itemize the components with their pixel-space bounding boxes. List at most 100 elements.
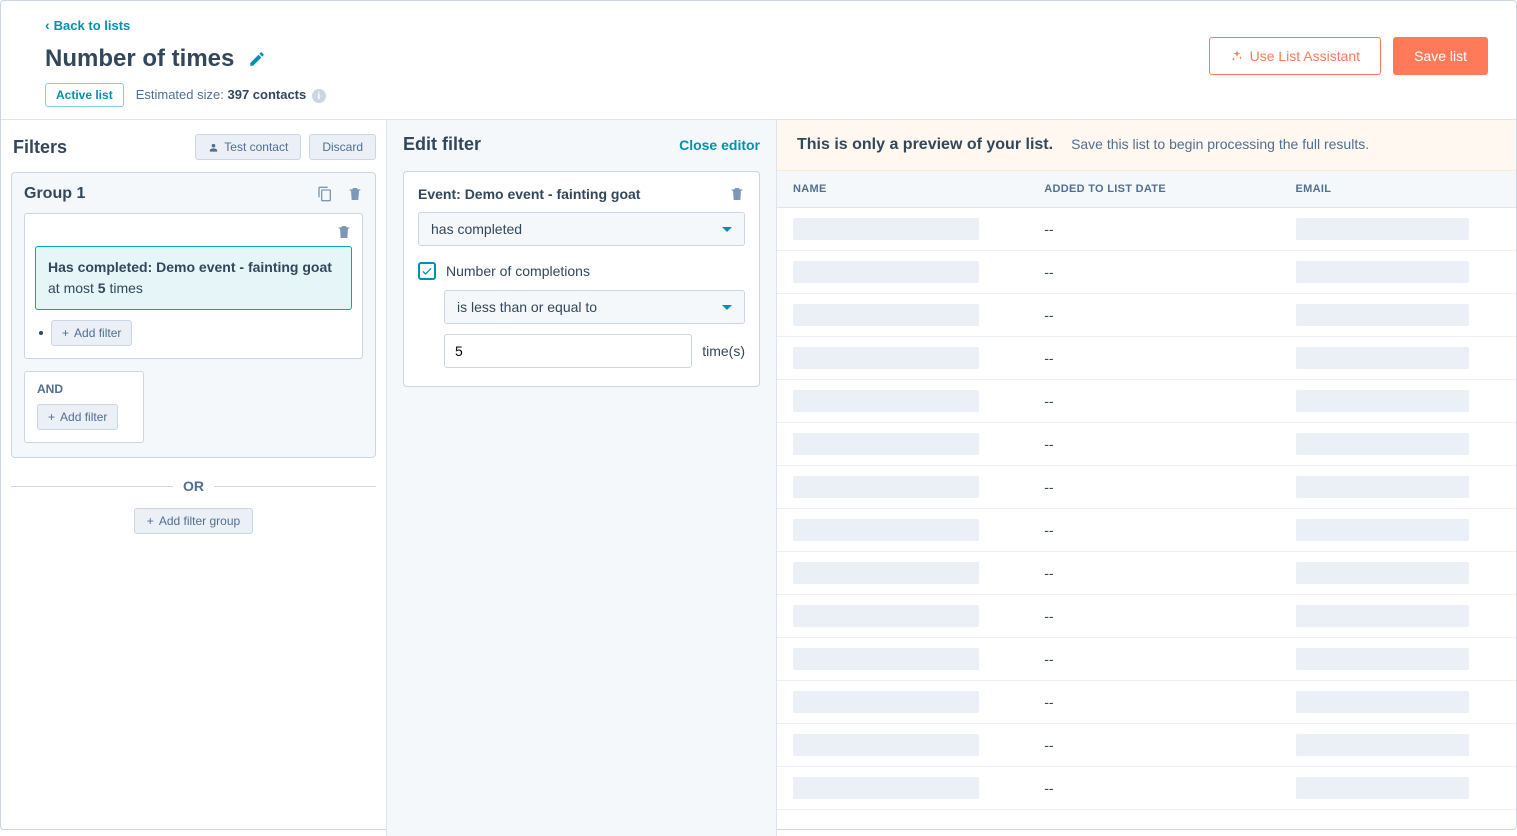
close-editor-link[interactable]: Close editor [679,137,760,153]
edit-pencil-icon[interactable] [248,50,266,68]
email-skeleton [1296,433,1470,455]
table-row[interactable]: -- [777,681,1516,724]
name-skeleton [793,433,979,455]
plus-icon: + [48,410,55,424]
date-cell: -- [1028,509,1279,552]
name-skeleton [793,648,979,670]
discard-button[interactable]: Discard [309,134,376,160]
date-cell: -- [1028,552,1279,595]
table-row[interactable]: -- [777,552,1516,595]
add-filter-button[interactable]: + Add filter [37,404,118,430]
chevron-down-icon [722,227,732,232]
name-skeleton [793,562,979,584]
table-row[interactable]: -- [777,595,1516,638]
bullet-icon [39,331,43,335]
trash-icon[interactable] [347,186,363,202]
email-skeleton [1296,562,1470,584]
plus-icon: + [62,326,69,340]
table-row[interactable]: -- [777,423,1516,466]
name-skeleton [793,218,979,240]
trash-icon[interactable] [729,186,745,202]
name-skeleton [793,261,979,283]
table-row[interactable]: -- [777,251,1516,294]
edit-filter-card: Event: Demo event - fainting goat has co… [403,171,760,387]
date-cell: -- [1028,251,1279,294]
date-cell: -- [1028,681,1279,724]
preview-banner-sub: Save this list to begin processing the f… [1071,136,1369,152]
email-skeleton [1296,218,1470,240]
back-link-label: Back to lists [54,18,131,33]
plus-icon: + [147,514,154,528]
edit-filter-panel: Edit filter Close editor Event: Demo eve… [387,120,777,836]
date-cell: -- [1028,337,1279,380]
table-row[interactable]: -- [777,466,1516,509]
filter-group: Group 1 Has completed: Demo event - fain… [11,172,376,458]
and-label: AND [37,382,131,396]
chevron-down-icon [722,305,732,310]
edit-filter-title: Edit filter [403,134,481,155]
email-skeleton [1296,519,1470,541]
group-title: Group 1 [24,185,85,203]
clone-icon[interactable] [317,186,333,202]
table-row[interactable]: -- [777,294,1516,337]
chevron-left-icon: ‹ [45,17,50,33]
date-cell: -- [1028,380,1279,423]
completion-status-select[interactable]: has completed [418,212,745,246]
back-to-lists-link[interactable]: ‹ Back to lists [45,17,130,33]
page-title: Number of times [45,45,234,73]
use-list-assistant-button[interactable]: Use List Assistant [1209,37,1382,75]
email-skeleton [1296,777,1470,799]
date-cell: -- [1028,423,1279,466]
number-of-completions-checkbox[interactable] [418,262,436,280]
col-date[interactable]: ADDED TO LIST DATE [1028,171,1279,208]
filter-condition[interactable]: Has completed: Demo event - fainting goa… [35,246,352,310]
add-filter-group-button[interactable]: + Add filter group [134,508,253,534]
name-skeleton [793,476,979,498]
date-cell: -- [1028,724,1279,767]
table-row[interactable]: -- [777,208,1516,251]
or-label: OR [183,478,204,494]
times-label: time(s) [702,343,745,359]
table-row[interactable]: -- [777,724,1516,767]
event-label: Event: Demo event - fainting goat [418,186,640,202]
name-skeleton [793,777,979,799]
filters-title: Filters [13,137,67,158]
and-block: AND + Add filter [24,371,144,443]
email-skeleton [1296,347,1470,369]
date-cell: -- [1028,294,1279,337]
test-contact-button[interactable]: Test contact [195,134,301,160]
email-skeleton [1296,261,1470,283]
email-skeleton [1296,476,1470,498]
number-of-completions-label: Number of completions [446,263,590,279]
email-skeleton [1296,605,1470,627]
email-skeleton [1296,734,1470,756]
name-skeleton [793,347,979,369]
date-cell: -- [1028,466,1279,509]
date-cell: -- [1028,767,1279,810]
name-skeleton [793,605,979,627]
name-skeleton [793,390,979,412]
table-row[interactable]: -- [777,380,1516,423]
col-email[interactable]: EMAIL [1280,171,1517,208]
email-skeleton [1296,648,1470,670]
table-row[interactable]: -- [777,767,1516,810]
sparkle-icon [1230,49,1244,63]
trash-icon[interactable] [336,224,352,240]
comparator-select[interactable]: is less than or equal to [444,290,745,324]
table-row[interactable]: -- [777,638,1516,681]
name-skeleton [793,691,979,713]
table-row[interactable]: -- [777,337,1516,380]
name-skeleton [793,734,979,756]
or-separator: OR [11,478,376,494]
info-icon[interactable]: i [312,89,326,103]
preview-banner-title: This is only a preview of your list. [797,136,1053,154]
page-header: ‹ Back to lists Number of times Active l… [1,1,1516,120]
save-list-button[interactable]: Save list [1393,37,1488,75]
add-filter-button[interactable]: + Add filter [51,320,132,346]
email-skeleton [1296,304,1470,326]
table-row[interactable]: -- [777,509,1516,552]
col-name[interactable]: NAME [777,171,1028,208]
check-icon [421,265,433,277]
estimated-size: Estimated size: 397 contacts i [136,87,326,104]
count-input[interactable] [444,334,692,368]
